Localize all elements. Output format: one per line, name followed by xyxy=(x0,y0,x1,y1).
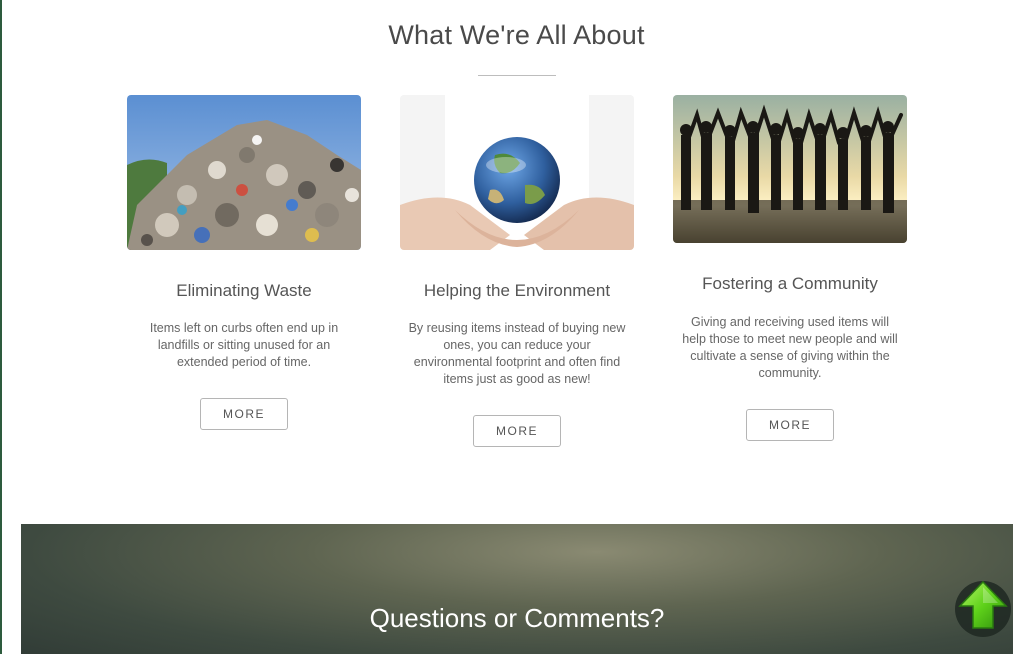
landfill-photo xyxy=(127,95,361,250)
contact-section-title: Questions or Comments? xyxy=(369,603,665,633)
card-description: Items left on curbs often end up in land… xyxy=(149,321,339,369)
card-description: By reusing items instead of buying new o… xyxy=(408,321,626,386)
contact-section-background xyxy=(21,524,1013,654)
earth-in-hands-photo xyxy=(400,95,634,250)
more-button-helping-environment[interactable]: MORE xyxy=(473,415,561,447)
landfill-illustration xyxy=(127,95,361,250)
earth-in-hands-illustration xyxy=(400,95,634,250)
community-silhouettes-photo xyxy=(673,95,907,243)
card-title: Eliminating Waste xyxy=(176,281,312,300)
community-silhouettes-illustration xyxy=(673,95,907,243)
card-eliminating-waste: Eliminating Waste Items left on curbs of… xyxy=(127,95,361,430)
title-divider xyxy=(478,75,556,76)
section-title: What We're All About xyxy=(388,20,645,50)
card-title: Helping the Environment xyxy=(423,281,611,300)
card-helping-environment: Helping the Environment By reusing items… xyxy=(400,95,634,447)
left-edge-border xyxy=(0,0,2,654)
scroll-to-top-button[interactable] xyxy=(952,576,1014,638)
page: What We're All About Eliminating Waste I… xyxy=(0,0,1033,654)
card-title: Fostering a Community xyxy=(702,274,878,293)
card-description: Giving and receiving used items will hel… xyxy=(682,315,898,380)
green-up-arrow-icon xyxy=(955,580,1011,637)
card-fostering-community: Fostering a Community Giving and receivi… xyxy=(673,95,907,441)
more-button-eliminating-waste[interactable]: MORE xyxy=(200,398,288,430)
more-button-fostering-community[interactable]: MORE xyxy=(746,409,834,441)
